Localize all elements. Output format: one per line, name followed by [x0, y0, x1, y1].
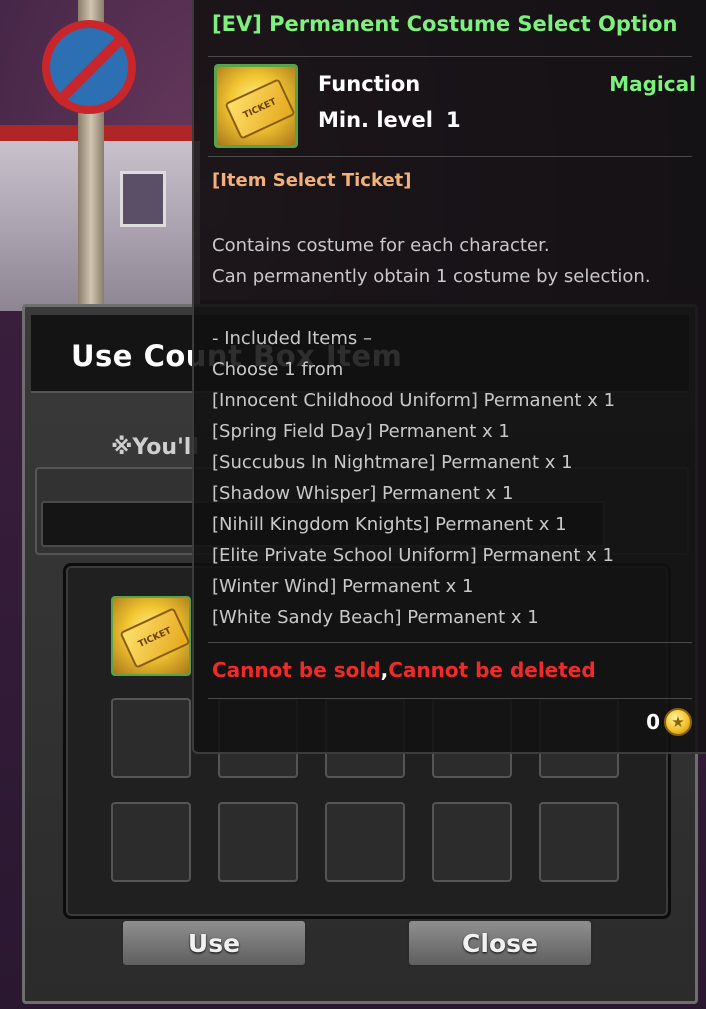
- gold-coin-icon: ★: [664, 708, 692, 736]
- ticket-icon: TICKET: [119, 607, 191, 669]
- tooltip-divider: [208, 642, 692, 643]
- item-slot[interactable]: [539, 802, 619, 882]
- tooltip-title: [EV] Permanent Costume Select Option: [212, 12, 678, 36]
- included-item: [White Sandy Beach] Permanent x 1: [212, 607, 539, 628]
- restriction-sell: Cannot be sold: [212, 658, 381, 682]
- included-item: [Innocent Childhood Uniform] Permanent x…: [212, 390, 616, 411]
- item-slot[interactable]: [218, 802, 298, 882]
- item-type: Magical: [609, 72, 696, 96]
- item-slot[interactable]: [111, 802, 191, 882]
- included-item: [Shadow Whisper] Permanent x 1: [212, 483, 514, 504]
- tooltip-divider: [208, 698, 692, 699]
- min-level-value: 1: [446, 108, 461, 132]
- included-item: [Spring Field Day] Permanent x 1: [212, 421, 510, 442]
- item-slot-filled[interactable]: TICKET: [111, 596, 191, 676]
- item-description: Contains costume for each character. Can…: [212, 230, 651, 292]
- ticket-icon: TICKET: [224, 78, 296, 140]
- included-item: [Elite Private School Uniform] Permanent…: [212, 545, 614, 566]
- included-item: [Succubus In Nightmare] Permanent x 1: [212, 452, 573, 473]
- trade-restrictions: Cannot be sold,Cannot be deleted: [212, 658, 596, 682]
- item-tooltip: [EV] Permanent Costume Select Option TIC…: [192, 0, 706, 754]
- description-line: Can permanently obtain 1 costume by sele…: [212, 266, 651, 287]
- choose-text: Choose 1 from: [212, 359, 344, 380]
- item-category: [Item Select Ticket]: [212, 170, 412, 191]
- min-level-label: Min. level: [318, 108, 433, 132]
- included-item: [Nihill Kingdom Knights] Permanent x 1: [212, 514, 567, 535]
- use-button[interactable]: Use: [121, 919, 307, 967]
- item-slot[interactable]: [325, 802, 405, 882]
- item-price: 0 ★: [646, 708, 692, 736]
- tooltip-divider: [208, 56, 692, 57]
- restriction-delete: Cannot be deleted: [388, 658, 596, 682]
- dialog-notice: ※You'll: [111, 435, 199, 460]
- close-button[interactable]: Close: [407, 919, 593, 967]
- function-label: Function: [318, 72, 421, 96]
- no-parking-sign: [42, 20, 136, 114]
- included-item: [Winter Wind] Permanent x 1: [212, 576, 474, 597]
- tooltip-divider: [208, 156, 692, 157]
- included-items-list: - Included Items – Choose 1 from [Innoce…: [212, 323, 615, 633]
- item-slot[interactable]: [111, 698, 191, 778]
- included-items-header: - Included Items –: [212, 328, 372, 349]
- description-line: Contains costume for each character.: [212, 235, 550, 256]
- item-slot[interactable]: [432, 802, 512, 882]
- price-value: 0: [646, 710, 660, 734]
- tooltip-item-icon: TICKET: [214, 64, 298, 148]
